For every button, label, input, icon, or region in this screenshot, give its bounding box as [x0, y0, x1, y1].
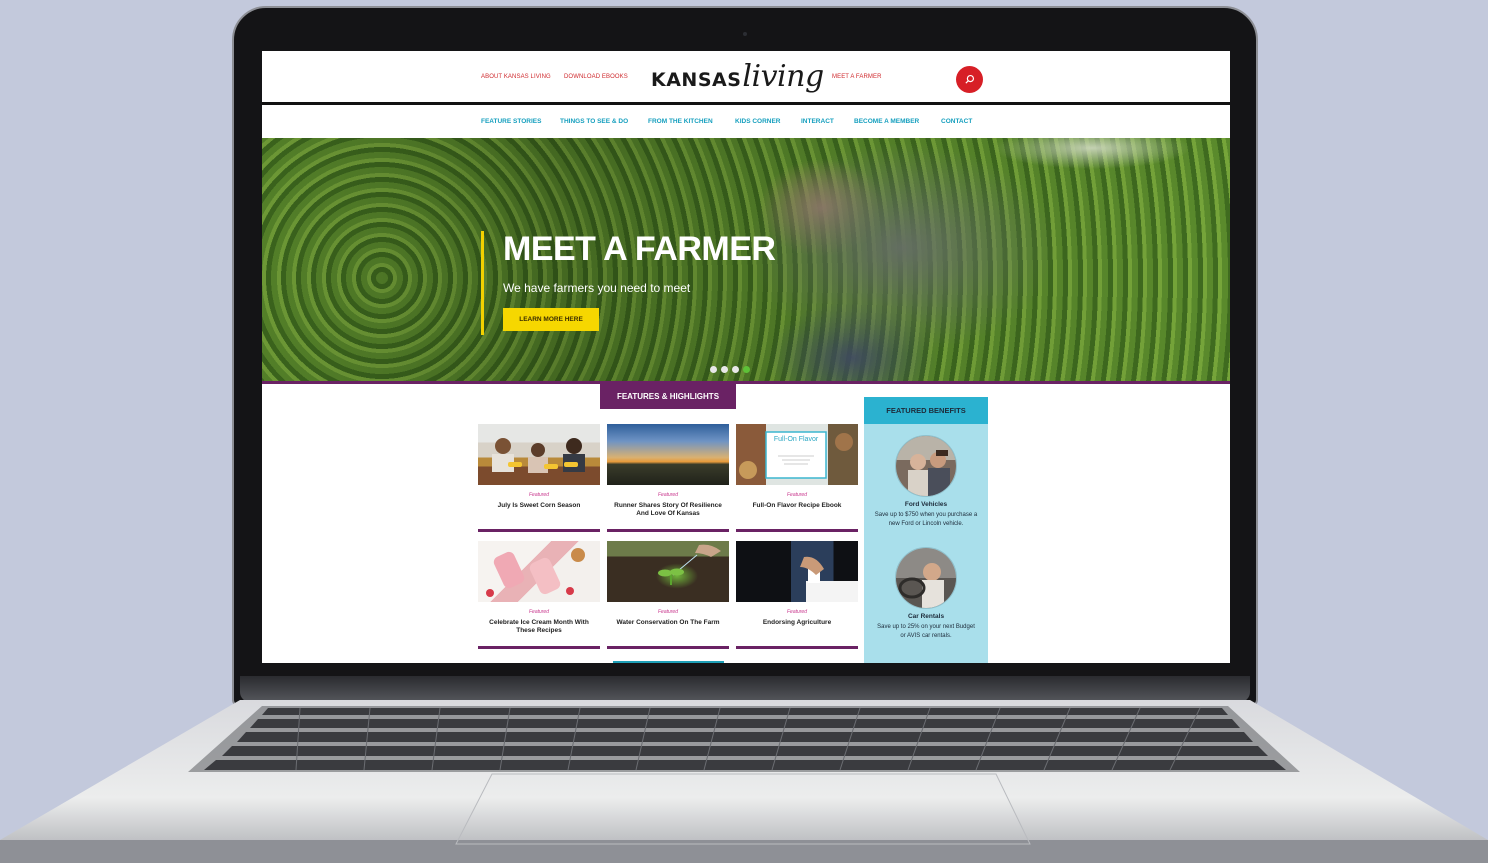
card-tag: Featured	[657, 492, 678, 498]
card-title[interactable]: Endorsing Agriculture	[740, 619, 854, 627]
card-tag: Featured	[657, 609, 678, 615]
ice-cream-photo	[478, 541, 600, 602]
feature-card[interactable]: Featured Celebrate Ice Cream Month With …	[478, 541, 600, 649]
hero-slider: MEET A FARMER We have farmers you need t…	[262, 138, 1230, 384]
card-rule	[736, 529, 858, 532]
benefit-title[interactable]: Car Rentals	[864, 613, 988, 620]
benefit-description: Save up to $750 when you purchase a new …	[874, 512, 978, 527]
webcam-icon	[743, 32, 747, 36]
nav-feature-stories[interactable]: FEATURE STORIES	[481, 118, 541, 125]
card-rule	[607, 646, 729, 649]
slider-dot-2[interactable]	[721, 366, 728, 373]
slider-dot-1[interactable]	[710, 366, 717, 373]
kansas-living-logo[interactable]: KANSAS living	[651, 57, 824, 97]
slider-dots	[710, 366, 750, 373]
feature-card[interactable]: Featured Water Conservation On The Farm	[607, 541, 729, 649]
featured-benefits-heading: FEATURED BENEFITS	[864, 397, 988, 424]
hero-accent-bar	[481, 231, 484, 335]
card-rule	[736, 646, 858, 649]
sunset-field-photo	[607, 424, 729, 485]
card-tag: Featured	[786, 492, 807, 498]
search-icon	[965, 74, 975, 84]
featured-benefits-panel: FEATURED BENEFITS Ford Vehicles Save up …	[864, 397, 988, 663]
hero-subtitle: We have farmers you need to meet	[503, 281, 691, 295]
card-tag: Featured	[528, 492, 549, 498]
feature-card[interactable]: Featured Runner Shares Story Of Resilien…	[607, 424, 729, 532]
section-divider-teal	[613, 661, 724, 663]
card-title[interactable]: Runner Shares Story Of Resilience And Lo…	[611, 502, 725, 518]
browser-viewport: ABOUT KANSAS LIVING DOWNLOAD EBOOKS KANS…	[262, 51, 1230, 663]
features-highlights-heading: FEATURES & HIGHLIGHTS	[600, 384, 736, 409]
nav-become-a-member[interactable]: BECOME A MEMBER	[854, 118, 919, 125]
feature-card[interactable]: Featured July Is Sweet Corn Season	[478, 424, 600, 532]
learn-more-button[interactable]: LEARN MORE HERE	[503, 308, 599, 331]
sweet-corn-photo	[478, 424, 600, 485]
nav-interact[interactable]: INTERACT	[801, 118, 834, 125]
search-button[interactable]	[956, 66, 983, 93]
nav-things-to-see-do[interactable]: THINGS TO SEE & DO	[560, 118, 628, 125]
laptop-keyboard-deck	[0, 700, 1488, 863]
card-title[interactable]: Full-On Flavor Recipe Ebook	[740, 502, 854, 510]
laptop-hinge	[240, 676, 1250, 702]
card-title[interactable]: Celebrate Ice Cream Month With These Rec…	[482, 619, 596, 635]
benefit-description: Save up to 25% on your next Budget or AV…	[877, 624, 975, 639]
main-nav: FEATURE STORIES THINGS TO SEE & DO FROM …	[262, 108, 1230, 138]
card-rule	[478, 529, 600, 532]
card-rule	[478, 646, 600, 649]
feature-card[interactable]: Full-On Flavor Featured Full-On Flavor R…	[736, 424, 858, 532]
ebook-cover-image: Full-On Flavor	[736, 424, 858, 485]
card-tag: Featured	[786, 609, 807, 615]
hero-divider	[262, 381, 1230, 384]
nav-contact[interactable]: CONTACT	[941, 118, 972, 125]
nav-kids-corner[interactable]: KIDS CORNER	[735, 118, 781, 125]
ford-vehicles-photo[interactable]	[895, 435, 957, 497]
download-ebooks-link[interactable]: DOWNLOAD EBOOKS	[564, 74, 628, 80]
card-title[interactable]: Water Conservation On The Farm	[611, 619, 725, 627]
site-header: ABOUT KANSAS LIVING DOWNLOAD EBOOKS KANS…	[262, 51, 1230, 105]
card-rule	[607, 529, 729, 532]
nav-from-the-kitchen[interactable]: FROM THE KITCHEN	[648, 118, 713, 125]
ballot-box-photo	[736, 541, 858, 602]
seedling-water-photo	[607, 541, 729, 602]
card-title[interactable]: July Is Sweet Corn Season	[482, 502, 596, 510]
car-rentals-photo[interactable]	[895, 547, 957, 609]
keyboard-illustration	[0, 700, 1488, 863]
slider-dot-3[interactable]	[732, 366, 739, 373]
meet-a-farmer-link[interactable]: MEET A FARMER	[832, 74, 882, 80]
slider-dot-4[interactable]	[743, 366, 750, 373]
benefit-title[interactable]: Ford Vehicles	[864, 501, 988, 508]
logo-living-script: living	[742, 59, 824, 94]
ebook-cover-title: Full-On Flavor	[773, 436, 819, 443]
about-link[interactable]: ABOUT KANSAS LIVING	[481, 74, 551, 80]
card-tag: Featured	[528, 609, 549, 615]
feature-card[interactable]: Featured Endorsing Agriculture	[736, 541, 858, 649]
logo-kansas-word: KANSAS	[651, 69, 742, 91]
hero-title: MEET A FARMER	[503, 230, 776, 268]
